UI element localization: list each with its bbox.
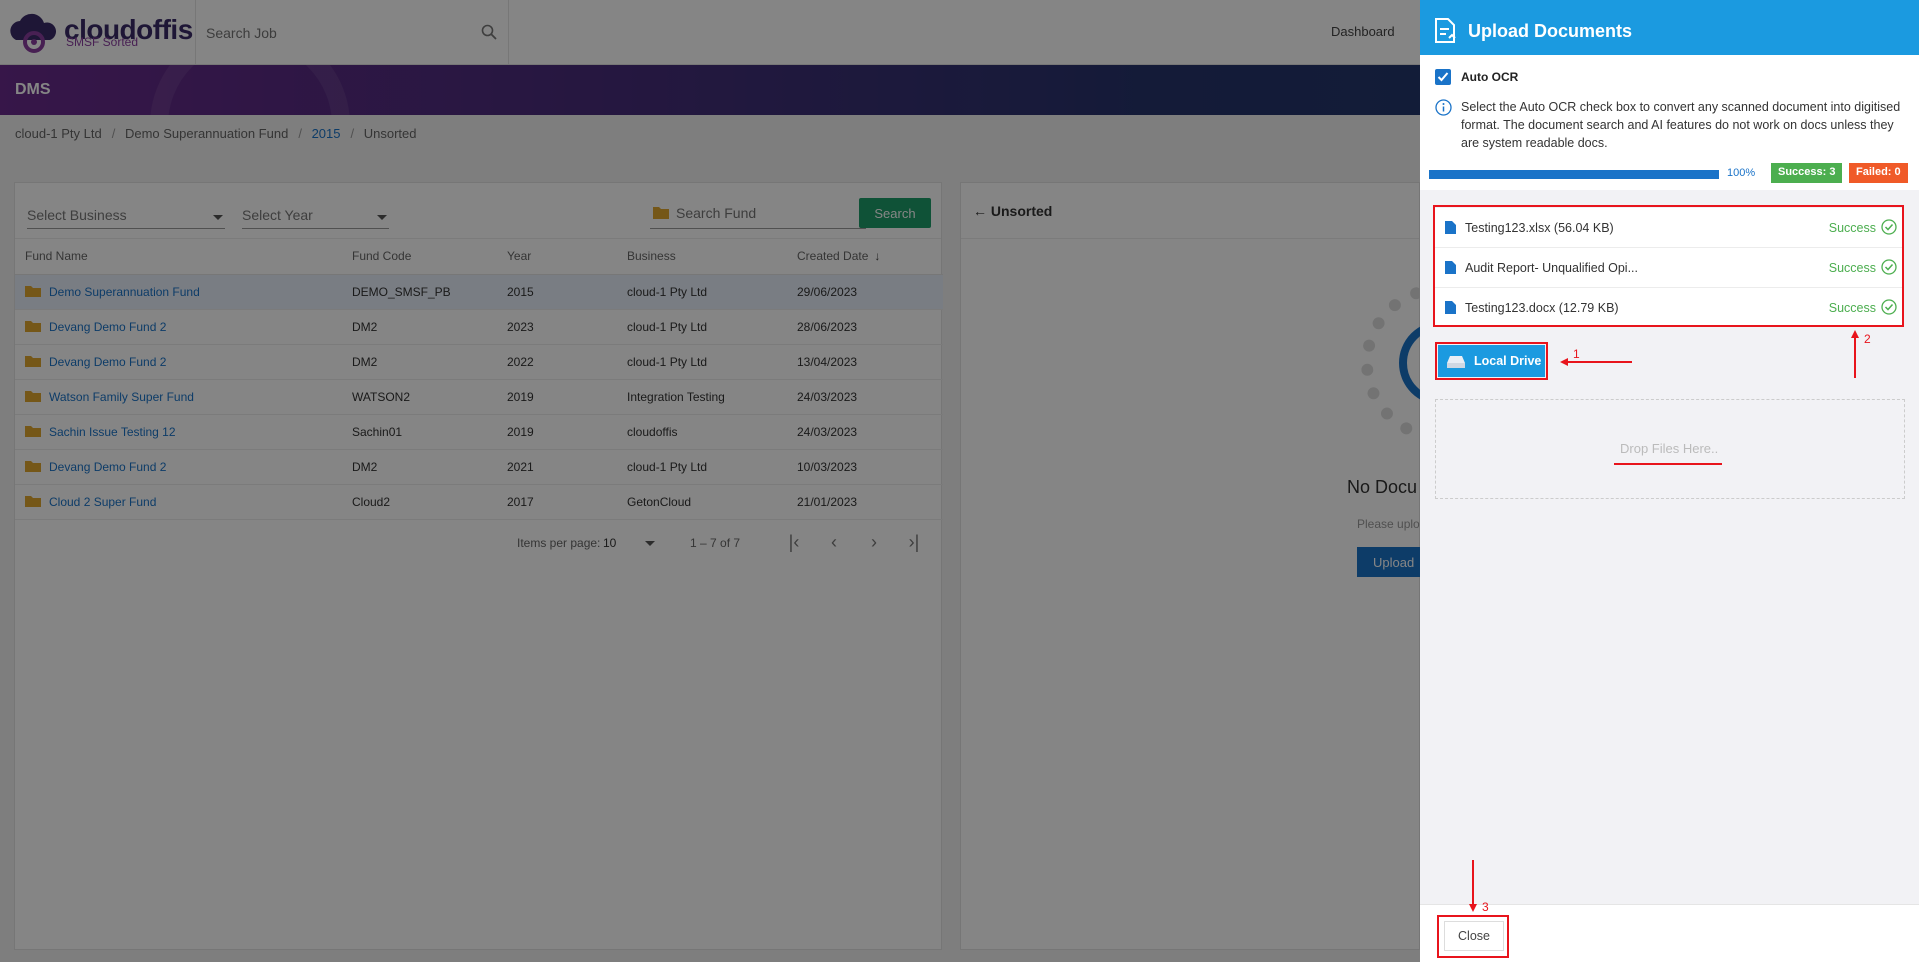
success-badge: Success: 3 xyxy=(1771,163,1843,183)
annotation-box-local-drive xyxy=(1435,342,1548,380)
progress-fill xyxy=(1429,170,1719,179)
annotation-number-1: 1 xyxy=(1573,347,1580,361)
annotation-number-3: 3 xyxy=(1482,900,1489,914)
drop-zone[interactable]: Drop Files Here.. xyxy=(1435,399,1905,499)
ocr-section: Auto OCR Select the Auto OCR check box t… xyxy=(1420,55,1919,190)
check-icon xyxy=(1437,72,1449,82)
annotation-underline xyxy=(1614,463,1722,465)
progress-percent: 100% xyxy=(1727,167,1756,179)
drop-zone-text: Drop Files Here.. xyxy=(1620,441,1719,456)
annotation-box-files xyxy=(1433,205,1904,327)
auto-ocr-checkbox[interactable] xyxy=(1435,69,1451,85)
modal-backdrop[interactable] xyxy=(0,0,1420,962)
upload-document-icon xyxy=(1435,18,1456,43)
upload-progress-bar xyxy=(1429,170,1719,179)
annotation-box-close xyxy=(1437,915,1509,958)
ocr-info-text: Select the Auto OCR check box to convert… xyxy=(1461,100,1901,150)
drawer-header: Upload Documents xyxy=(1420,0,1919,55)
drawer-title: Upload Documents xyxy=(1468,21,1633,41)
info-icon xyxy=(1435,99,1452,116)
auto-ocr-label[interactable]: Auto OCR xyxy=(1461,70,1518,84)
failed-badge: Failed: 0 xyxy=(1849,163,1908,183)
annotation-number-2: 2 xyxy=(1864,332,1871,346)
